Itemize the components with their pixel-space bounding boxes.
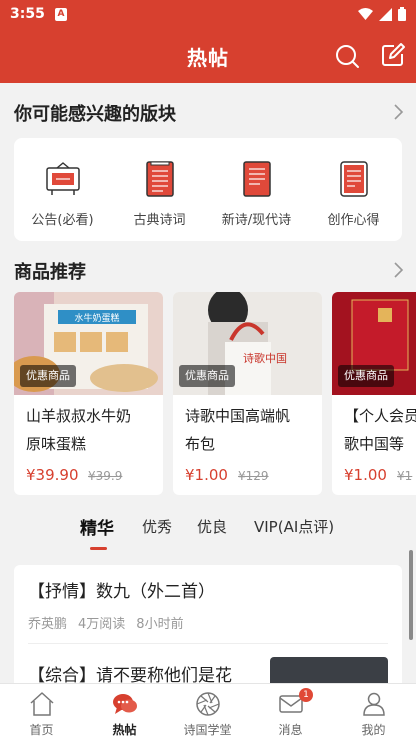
product-card[interactable]: 水牛奶蛋糕 优惠商品 山羊叔叔水牛奶 原味蛋糕 ¥39.90 ¥39.9	[14, 292, 163, 495]
product-badge: 优惠商品	[20, 365, 76, 387]
section-label: 古典诗词	[133, 213, 186, 228]
post-time: 8小时前	[136, 617, 184, 632]
tab-vip[interactable]: VIP(AI点评)	[254, 516, 334, 537]
person-icon	[363, 692, 385, 716]
product-original-price: ¥39.9	[88, 469, 123, 483]
unread-badge: 1	[299, 688, 313, 702]
interest-sections-card: 公告(必看) 古典诗词 新诗/现代诗 创作心得	[14, 138, 402, 241]
post-title[interactable]: 【综合】请不要称他们是花	[28, 661, 232, 685]
nav-academy[interactable]: 诗国学堂	[166, 684, 249, 741]
product-name: 【个人会员 歌中国等	[344, 407, 416, 453]
svg-text:水牛奶蛋糕: 水牛奶蛋糕	[74, 312, 119, 324]
nav-label: 诗国学堂	[183, 723, 232, 737]
product-carousel[interactable]: 水牛奶蛋糕 优惠商品 山羊叔叔水牛奶 原味蛋糕 ¥39.90 ¥39.9 诗歌中…	[14, 292, 416, 497]
tab-good[interactable]: 优良	[197, 516, 227, 537]
section-item-classical[interactable]: 古典诗词	[111, 138, 208, 241]
active-tab-indicator	[90, 547, 107, 550]
edit-icon[interactable]	[380, 42, 406, 68]
home-icon	[30, 692, 54, 716]
chevron-right-icon[interactable]	[392, 261, 404, 279]
status-time: 3:55	[10, 6, 45, 22]
nav-hot-posts[interactable]: 热帖	[83, 684, 166, 741]
scrollbar[interactable]	[409, 550, 413, 640]
bottom-navigation: 首页 热帖 诗国学堂 1 消息 我的	[0, 683, 416, 741]
status-indicators	[358, 7, 406, 21]
product-badge: 优惠商品	[179, 365, 235, 387]
wifi-icon	[358, 8, 373, 20]
product-price: ¥1.00	[344, 466, 387, 484]
nav-label: 热帖	[112, 723, 137, 737]
interest-section-title: 你可能感兴趣的版块	[14, 104, 176, 125]
post-meta: 乔英鹏 4万阅读 8小时前	[28, 613, 184, 632]
book-icon	[243, 161, 271, 197]
svg-text:诗歌中国: 诗歌中国	[243, 351, 287, 365]
product-card[interactable]: 优惠商品 【个人会员 歌中国等 ¥1.00 ¥1	[332, 292, 416, 495]
product-price: ¥1.00	[185, 466, 228, 484]
chat-icon	[113, 694, 137, 714]
section-label: 新诗/现代诗	[221, 213, 292, 228]
chevron-right-icon[interactable]	[392, 103, 404, 121]
products-section-title: 商品推荐	[14, 262, 86, 283]
notice-board-icon	[46, 162, 80, 195]
product-name: 诗歌中国高端帆 布包	[185, 407, 291, 453]
product-badge: 优惠商品	[338, 365, 394, 387]
section-label: 创作心得	[327, 213, 380, 228]
status-bar: 3:55 A	[0, 0, 416, 30]
section-item-notice[interactable]: 公告(必看)	[14, 138, 111, 241]
product-original-price: ¥129	[238, 469, 269, 483]
post-author[interactable]: 乔英鹏	[28, 613, 67, 632]
post-reads: 4万阅读	[78, 617, 126, 632]
nav-home[interactable]: 首页	[0, 684, 83, 741]
nav-messages[interactable]: 1 消息	[249, 684, 332, 741]
post-feed: 【抒情】数九（外二首） 乔英鹏 4万阅读 8小时前 【综合】请不要称他们是花	[14, 565, 402, 685]
product-original-price: ¥1	[397, 469, 413, 483]
product-card[interactable]: 诗歌中国 优惠商品 诗歌中国高端帆 布包 ¥1.00 ¥129	[173, 292, 322, 495]
divider	[28, 643, 388, 644]
post-title[interactable]: 【抒情】数九（外二首）	[28, 577, 215, 602]
document-icon	[340, 161, 368, 197]
signal-icon	[379, 7, 392, 21]
post-thumbnail[interactable]	[270, 657, 388, 685]
nav-label: 首页	[29, 723, 54, 737]
battery-icon	[398, 7, 406, 21]
product-name: 山羊叔叔水牛奶 原味蛋糕	[26, 407, 132, 453]
tab-excellent[interactable]: 优秀	[142, 516, 172, 537]
section-label: 公告(必看)	[31, 213, 94, 228]
post-filter-tabs: 精华 优秀 优良 VIP(AI点评)	[0, 512, 416, 550]
nav-label: 我的	[361, 723, 386, 737]
product-price: ¥39.90	[26, 466, 79, 484]
nav-profile[interactable]: 我的	[332, 684, 415, 741]
search-icon[interactable]	[334, 43, 360, 69]
tab-featured[interactable]: 精华	[80, 514, 114, 539]
status-notification-icon: A	[55, 8, 67, 21]
app-header: 热帖	[0, 30, 416, 83]
book-icon	[146, 161, 174, 197]
nav-label: 消息	[278, 723, 303, 737]
aperture-icon	[196, 692, 220, 716]
section-item-writing[interactable]: 创作心得	[305, 138, 402, 241]
section-item-modern[interactable]: 新诗/现代诗	[208, 138, 305, 241]
